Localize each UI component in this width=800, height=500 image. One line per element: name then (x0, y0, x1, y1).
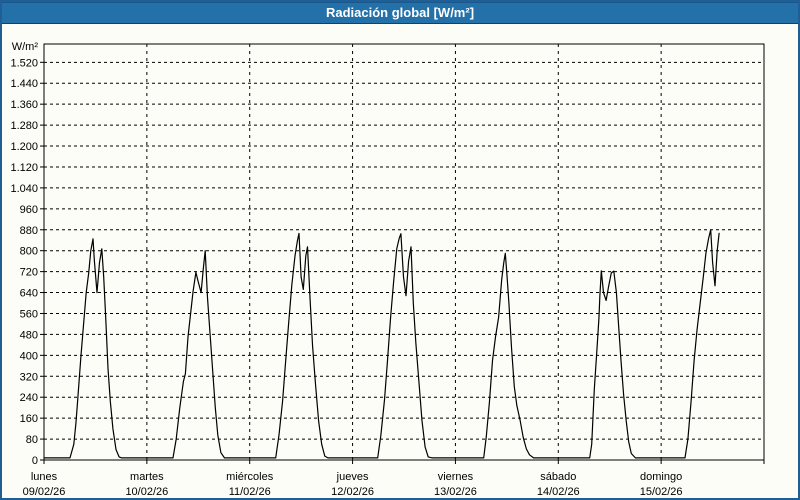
y-axis-tick-label: 640 (20, 288, 38, 300)
x-axis-day-label: jueves (336, 471, 369, 483)
chart-window: Radiación global [W/m²] 0 80 160 240 320 400 4… (0, 0, 800, 500)
y-axis-tick-label: 400 (20, 350, 38, 362)
x-axis-day-label: lunes (31, 471, 58, 483)
x-axis-date-label: 13/02/26 (434, 486, 477, 498)
y-axis-unit-label: W/m² (12, 41, 39, 53)
y-axis-tick-label: 320 (20, 371, 38, 383)
window-titlebar: Radiación global [W/m²] (2, 2, 798, 24)
y-axis-tick-label: 720 (20, 267, 38, 279)
x-axis-day-label: domingo (640, 471, 682, 483)
y-axis-tick-label: 240 (20, 392, 38, 404)
x-axis-day-label: miércoles (226, 471, 274, 483)
y-axis-tick-label: 1.040 (10, 183, 38, 195)
y-axis-tick-label: 1.440 (10, 78, 38, 90)
y-axis-tick-label: 480 (20, 329, 38, 341)
x-axis-day-label: martes (130, 471, 164, 483)
y-axis-tick-label: 880 (20, 225, 38, 237)
y-axis-tick-label: 0 (32, 455, 38, 467)
x-axis-day-label: viernes (438, 471, 474, 483)
y-axis-tick-label: 1.280 (10, 120, 38, 132)
x-axis-date-label: 10/02/26 (125, 486, 168, 498)
x-axis-date-label: 09/02/26 (23, 486, 66, 498)
y-axis-tick-label: 80 (26, 434, 38, 446)
y-axis-tick-label: 1.520 (10, 57, 38, 69)
y-axis-tick-label: 1.120 (10, 162, 38, 174)
radiation-chart: 0 80 160 240 320 400 480 560 640 720 800 880 960 1.04… (2, 24, 800, 500)
y-axis-tick-label: 560 (20, 308, 38, 320)
y-axis-tick-label: 800 (20, 246, 38, 258)
x-axis-date-label: 14/02/26 (537, 486, 580, 498)
y-axis-tick-label: 1.360 (10, 99, 38, 111)
y-axis-tick-label: 160 (20, 413, 38, 425)
y-axis-tick-label: 1.200 (10, 141, 38, 153)
x-axis-date-label: 15/02/26 (640, 486, 683, 498)
window-title: Radiación global [W/m²] (326, 5, 474, 20)
x-axis-day-label: sábado (540, 471, 576, 483)
y-axis-tick-label: 960 (20, 204, 38, 216)
x-axis-date-label: 12/02/26 (331, 486, 374, 498)
radiation-line (44, 230, 719, 458)
x-axis-date-label: 11/02/26 (229, 486, 271, 498)
